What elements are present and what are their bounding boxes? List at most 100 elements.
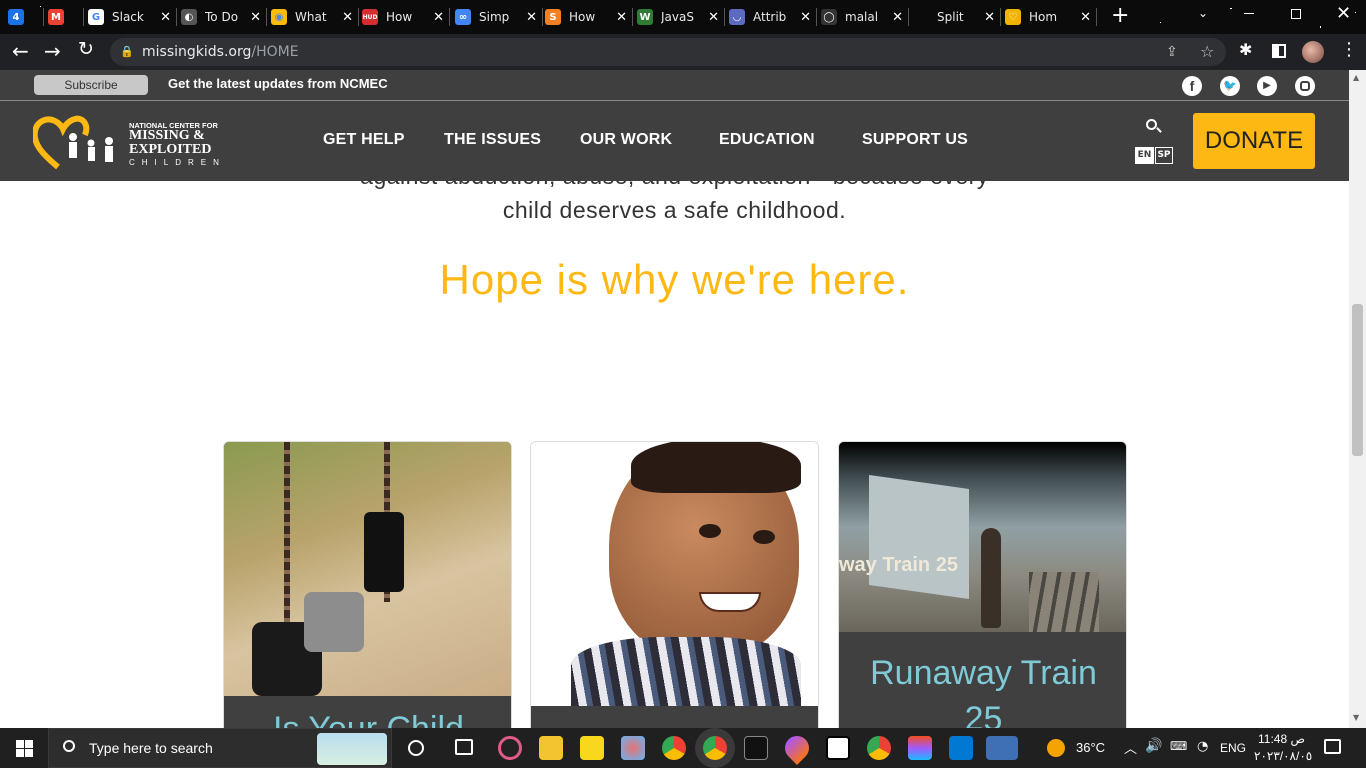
browser-tab[interactable]: HUD How ✕ (362, 4, 450, 30)
browser-tab[interactable]: Split ✕ (913, 4, 1001, 30)
forward-icon[interactable]: → (44, 39, 61, 63)
profile-avatar[interactable] (1302, 41, 1324, 63)
extensions-icon[interactable]: ✱ (1239, 40, 1252, 59)
browser-tab[interactable]: ◐ To Do ✕ (181, 4, 267, 30)
tab-close-icon[interactable]: ✕ (433, 10, 444, 25)
tab-close-icon[interactable]: ✕ (526, 10, 537, 25)
minimize-icon[interactable] (1244, 13, 1254, 14)
scroll-down-icon[interactable]: ▼ (1353, 713, 1359, 722)
tab-close-icon[interactable]: ✕ (250, 10, 261, 25)
input-language[interactable]: ENG (1220, 741, 1246, 755)
tab-favicon-icon: W (637, 9, 653, 25)
weather-temp[interactable]: 36°C (1076, 740, 1105, 755)
child-photo (531, 442, 818, 707)
lang-en-button[interactable]: EN (1135, 147, 1154, 164)
sidebar-icon[interactable] (1272, 44, 1286, 58)
figma-icon[interactable] (908, 736, 932, 760)
tray-chevron-icon[interactable]: ︿ (1124, 738, 1137, 757)
logo-line-2: MISSING & (129, 128, 205, 143)
paint-icon[interactable] (621, 736, 645, 760)
tab-favicon-icon: S (545, 9, 561, 25)
windows-taskbar: Type here to search 36°C ︿ 🔊 ⌨ ◔ ENG 11:… (0, 728, 1366, 768)
reload-icon[interactable]: ↻ (78, 38, 94, 60)
tab-search-icon[interactable]: ⌄ (1198, 6, 1208, 20)
tab-close-icon[interactable]: ✕ (616, 10, 627, 25)
browser-tab[interactable]: ◯ malal ✕ (821, 4, 909, 30)
scroll-up-icon[interactable]: ▲ (1353, 73, 1359, 82)
card-runaway-train[interactable]: way Train 25 Runaway Train 25 (838, 441, 1127, 728)
chrome-profile-icon[interactable] (867, 736, 891, 760)
notification-icon[interactable] (1324, 739, 1341, 754)
url-domain: missingkids.org (142, 44, 252, 60)
sticky-notes-icon[interactable] (580, 736, 604, 760)
browser-tab[interactable]: ♡ Hom ✕ (1005, 4, 1097, 30)
twitter-icon[interactable]: 🐦 (1220, 76, 1240, 96)
vscode-icon[interactable] (949, 736, 973, 760)
media-app-icon[interactable] (498, 736, 522, 760)
video-thumbnail[interactable]: way Train 25 (839, 442, 1126, 632)
ncmec-logo[interactable]: NATIONAL CENTER FOR MISSING & EXPLOITED … (31, 113, 238, 171)
bookmark-star-icon[interactable]: ☆ (1200, 38, 1214, 66)
scroll-thumb[interactable] (1352, 304, 1363, 456)
new-tab-icon[interactable]: + (1111, 3, 1129, 28)
nav-the-issues[interactable]: THE ISSUES (444, 131, 541, 149)
donate-button[interactable]: DONATE (1193, 113, 1315, 169)
instagram-icon[interactable] (1295, 76, 1315, 96)
clock-time[interactable]: 11:48 ص (1258, 732, 1305, 746)
back-icon[interactable]: ← (12, 39, 29, 63)
nav-our-work[interactable]: OUR WORK (580, 131, 672, 149)
browser-tab[interactable]: ◉ What ✕ (271, 4, 359, 30)
file-explorer-icon[interactable] (539, 736, 563, 760)
browser-tab[interactable]: ◡ Attrib ✕ (729, 4, 817, 30)
close-window-icon[interactable]: ✕ (1336, 3, 1351, 24)
facebook-icon[interactable]: f (1182, 76, 1202, 96)
chrome-active-icon[interactable] (703, 736, 727, 760)
task-view-icon[interactable] (455, 739, 473, 755)
card-title: Is Your Child (224, 710, 511, 728)
tab-close-icon[interactable]: ✕ (1080, 10, 1091, 25)
start-windows-icon[interactable] (16, 740, 33, 757)
browser-tab[interactable]: M (48, 4, 84, 30)
drop-app-icon[interactable] (780, 731, 814, 765)
wifi-icon[interactable]: ◔ (1197, 739, 1208, 754)
nav-get-help[interactable]: GET HELP (323, 131, 405, 149)
page-scrollbar[interactable]: ▲ ▼ (1349, 70, 1366, 728)
tab-favicon-icon: HUD (362, 9, 378, 25)
notion-icon[interactable] (826, 736, 850, 760)
card-child-photo[interactable] (530, 441, 819, 728)
restore-icon[interactable] (1291, 9, 1301, 19)
cortana-icon[interactable] (408, 740, 424, 756)
terminal-icon[interactable] (744, 736, 768, 760)
nav-education[interactable]: EDUCATION (719, 131, 815, 149)
subscribe-button[interactable]: Subscribe (34, 75, 148, 95)
tab-close-icon[interactable]: ✕ (342, 10, 353, 25)
tab-close-icon[interactable]: ✕ (984, 10, 995, 25)
tab-favicon-icon: M (48, 9, 64, 25)
tab-close-icon[interactable]: ✕ (800, 10, 811, 25)
taskbar-search-box[interactable]: Type here to search (48, 728, 392, 768)
nav-support-us[interactable]: SUPPORT US (862, 131, 968, 149)
card-safety[interactable]: Is Your Child (223, 441, 512, 728)
lang-sp-button[interactable]: SP (1155, 147, 1173, 164)
browser-tab[interactable]: S How ✕ (545, 4, 633, 30)
youtube-icon[interactable]: ▶ (1257, 76, 1277, 96)
browser-tab[interactable]: G Slack ✕ (88, 4, 177, 30)
tab-close-icon[interactable]: ✕ (892, 10, 903, 25)
browser-tab[interactable]: ∞ Simp ✕ (455, 4, 543, 30)
address-bar[interactable]: 🔒 missingkids.org/HOME ⇪ ☆ (110, 38, 1226, 66)
tab-title: How (386, 10, 413, 24)
tab-close-icon[interactable]: ✕ (160, 10, 171, 25)
video-caption: way Train 25 (839, 554, 958, 576)
browser-tab[interactable]: W JavaS ✕ (637, 4, 725, 30)
chrome-icon[interactable] (662, 736, 686, 760)
share-icon[interactable]: ⇪ (1166, 38, 1178, 66)
keyboard-icon[interactable]: ⌨ (1170, 739, 1187, 753)
clock-date[interactable]: ٢٠٢٣/٠٨/٠٥ (1254, 749, 1312, 763)
weather-icon[interactable] (1047, 739, 1065, 757)
volume-icon[interactable]: 🔊 (1145, 738, 1162, 754)
active-app-icon[interactable] (986, 736, 1018, 760)
tab-favicon-icon (913, 9, 929, 25)
tab-close-icon[interactable]: ✕ (708, 10, 719, 25)
browser-tab[interactable]: 4 (8, 4, 44, 30)
menu-icon[interactable]: ⋮ (1340, 39, 1358, 60)
